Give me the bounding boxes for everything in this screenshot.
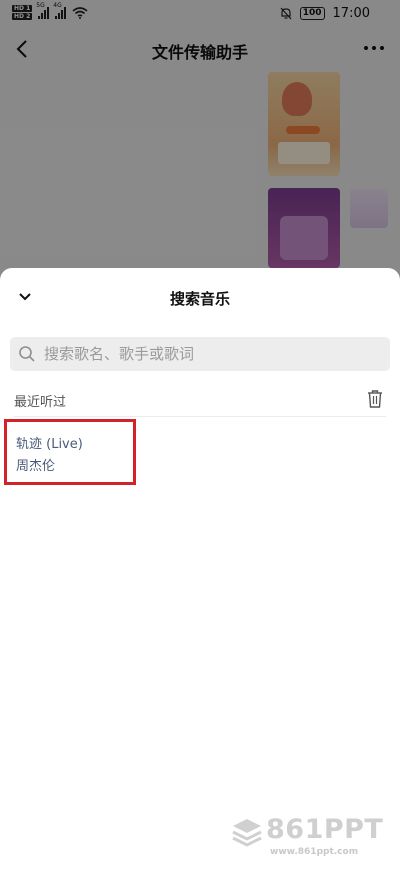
- recent-label: 最近听过: [14, 395, 67, 410]
- recent-section-header: 最近听过: [0, 384, 400, 416]
- search-icon: [19, 346, 35, 362]
- recent-song-item[interactable]: 轨迹 (Live) 周杰伦: [4, 419, 136, 485]
- search-bar[interactable]: [10, 337, 390, 371]
- watermark-brand: 861PPT: [266, 814, 384, 845]
- search-input[interactable]: [44, 337, 384, 371]
- trash-icon[interactable]: [366, 389, 384, 409]
- sheet-title: 搜索音乐: [169, 290, 230, 308]
- music-search-sheet: 搜索音乐 最近听过 轨迹 (Live) 周杰伦: [0, 268, 400, 888]
- watermark-url: www.861ppt.com: [270, 847, 359, 857]
- divider: [14, 416, 386, 417]
- watermark: 861PPT www.861ppt.com: [230, 814, 390, 864]
- song-title: 轨迹 (Live): [16, 437, 83, 452]
- song-artist: 周杰伦: [16, 459, 56, 474]
- layers-logo-icon: [232, 819, 262, 847]
